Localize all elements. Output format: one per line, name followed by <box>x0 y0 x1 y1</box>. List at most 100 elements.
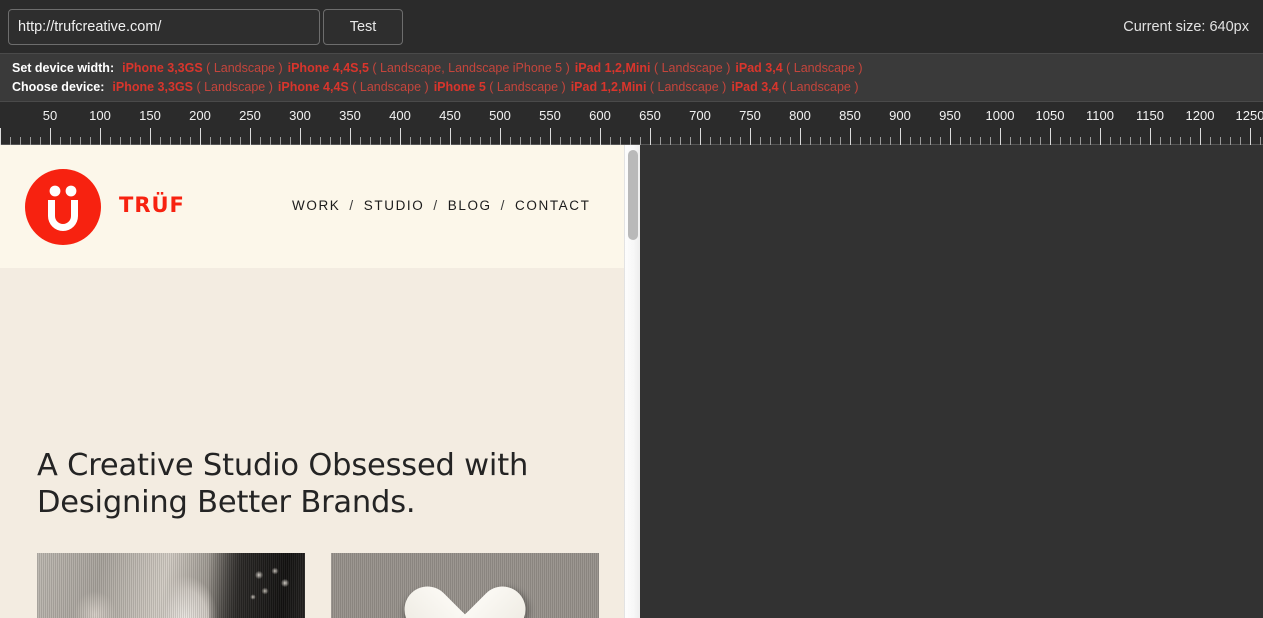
device-preset-link[interactable]: iPad 1,2,Mini <box>575 61 651 75</box>
device-preset-link[interactable]: iPhone 3,3GS <box>112 80 193 94</box>
ruler-tick-label: 600 <box>589 108 611 123</box>
device-orientation-link[interactable]: Landscape <box>662 61 723 75</box>
ruler-major-tick <box>350 128 351 145</box>
project-thumbnail-indiegogo[interactable] <box>331 553 599 618</box>
truf-logo-icon[interactable] <box>25 169 101 245</box>
ruler-tick-label: 450 <box>439 108 461 123</box>
ruler-minor-tick <box>240 137 241 145</box>
device-preset-link[interactable]: iPhone 3,3GS <box>122 61 203 75</box>
truf-wordmark[interactable]: TRÜF <box>119 193 185 217</box>
paren-open: ( <box>348 80 360 94</box>
preview-frame[interactable]: TRÜF WORK / STUDIO / BLOG / CONTACT A Creative… <box>0 145 640 618</box>
scrollbar-thumb[interactable] <box>628 150 638 240</box>
device-orientation-link[interactable]: Landscape <box>204 80 265 94</box>
ruler-minor-tick <box>840 137 841 145</box>
hero-section: A Creative Studio Obsessed with Designin… <box>0 268 624 618</box>
ruler-minor-tick <box>660 137 661 145</box>
horizontal-ruler[interactable]: 50 100 150 200 250 300 350 400 450 500 550 600 650 70… <box>0 102 1263 145</box>
project-tile[interactable]: AFM’O <box>37 553 305 618</box>
ruler-minor-tick <box>470 137 471 145</box>
paren-open: ( <box>202 61 214 75</box>
nav-link-contact[interactable]: CONTACT <box>515 198 590 213</box>
device-preset-link[interactable]: iPad 3,4 <box>735 61 782 75</box>
url-input[interactable] <box>8 9 320 45</box>
project-thumbnail-afmo[interactable] <box>37 553 305 618</box>
ruler-major-tick <box>700 128 701 145</box>
ruler-major-tick <box>1250 128 1251 145</box>
nav-link-blog[interactable]: BLOG <box>448 198 492 213</box>
device-preset-link[interactable]: iPad 3,4 <box>731 80 778 94</box>
device-orientation-link[interactable]: Landscape <box>214 61 275 75</box>
paren-close: ) <box>854 61 863 75</box>
paren-close: ) <box>722 61 731 75</box>
device-preset-link[interactable]: iPhone 4,4S,5 <box>288 61 369 75</box>
ruler-minor-tick <box>390 137 391 145</box>
ruler-minor-tick <box>1220 137 1221 145</box>
paren-close: ) <box>265 80 273 94</box>
page-headline: A Creative Studio Obsessed with Designin… <box>37 448 529 520</box>
ruler-tick-label: 1050 <box>1035 108 1065 123</box>
nav-separator: / <box>433 198 439 213</box>
device-orientation-link[interactable]: Landscape <box>658 80 719 94</box>
ruler-minor-tick <box>120 137 121 145</box>
ruler-minor-tick <box>720 137 721 145</box>
device-orientation-link[interactable]: Landscape <box>794 61 855 75</box>
ruler-major-tick <box>550 128 551 145</box>
ruler-minor-tick <box>890 137 891 145</box>
device-orientation-link[interactable]: Landscape <box>360 80 421 94</box>
ruler-minor-tick <box>410 137 411 145</box>
ruler-major-tick <box>850 128 851 145</box>
ruler-minor-tick <box>140 137 141 145</box>
ruler-minor-tick <box>510 137 511 145</box>
ruler-minor-tick <box>310 137 311 145</box>
preview-stage: TRÜF WORK / STUDIO / BLOG / CONTACT A Creative… <box>0 145 1263 618</box>
ruler-tick-label: 1250 <box>1235 108 1263 123</box>
ruler-minor-tick <box>360 137 361 145</box>
ruler-tick-label: 400 <box>389 108 411 123</box>
project-tile[interactable]: INDIEGOGO <box>331 553 599 618</box>
device-preset-link[interactable]: iPhone 4,4S <box>278 80 349 94</box>
ruler-major-tick <box>1150 128 1151 145</box>
vertical-scrollbar[interactable] <box>624 145 640 618</box>
ruler-tick-label: 650 <box>639 108 661 123</box>
nav-link-studio[interactable]: STUDIO <box>364 198 425 213</box>
ruler-minor-tick <box>610 137 611 145</box>
ruler-minor-tick <box>170 137 171 145</box>
site-header: TRÜF WORK / STUDIO / BLOG / CONTACT <box>0 145 624 268</box>
device-orientation-link[interactable]: Landscape iPhone 5 <box>448 61 562 75</box>
ruler-tick-label: 100 <box>89 108 111 123</box>
device-row-label: Set device width: <box>12 61 115 75</box>
ruler-minor-tick <box>40 137 41 145</box>
ruler-major-tick <box>900 128 901 145</box>
ruler-major-tick <box>300 128 301 145</box>
ruler-minor-tick <box>230 137 231 145</box>
paren-open: ( <box>650 61 662 75</box>
ruler-minor-tick <box>1180 137 1181 145</box>
ruler-minor-tick <box>980 137 981 145</box>
ruler-tick-label: 850 <box>839 108 861 123</box>
nav-link-work[interactable]: WORK <box>292 198 340 213</box>
responsive-test-tool: Test Current size: 640px Set device widt… <box>0 0 1263 618</box>
device-preset-link[interactable]: iPad 1,2,Mini <box>571 80 647 94</box>
ruler-minor-tick <box>810 137 811 145</box>
texture-overlay <box>331 553 599 618</box>
device-orientation-link[interactable]: Landscape <box>380 61 441 75</box>
ruler-tick-label: 300 <box>289 108 311 123</box>
ruler-minor-tick <box>330 137 331 145</box>
device-preset-link[interactable]: iPhone 5 <box>434 80 486 94</box>
ruler-minor-tick <box>370 137 371 145</box>
indiegogo-logo-image <box>331 553 599 618</box>
ruler-minor-tick <box>910 137 911 145</box>
ruler-major-tick <box>200 128 201 145</box>
paren-close: ) <box>274 61 283 75</box>
test-button[interactable]: Test <box>323 9 403 45</box>
device-orientation-link[interactable]: Landscape <box>790 80 851 94</box>
ruler-minor-tick <box>190 137 191 145</box>
ruler-minor-tick <box>270 137 271 145</box>
ruler-minor-tick <box>940 137 941 145</box>
ruler-tick-label: 950 <box>939 108 961 123</box>
ruler-minor-tick <box>1020 137 1021 145</box>
paren-close: ) <box>718 80 727 94</box>
device-orientation-link[interactable]: Landscape <box>497 80 558 94</box>
ruler-major-tick <box>1050 128 1051 145</box>
